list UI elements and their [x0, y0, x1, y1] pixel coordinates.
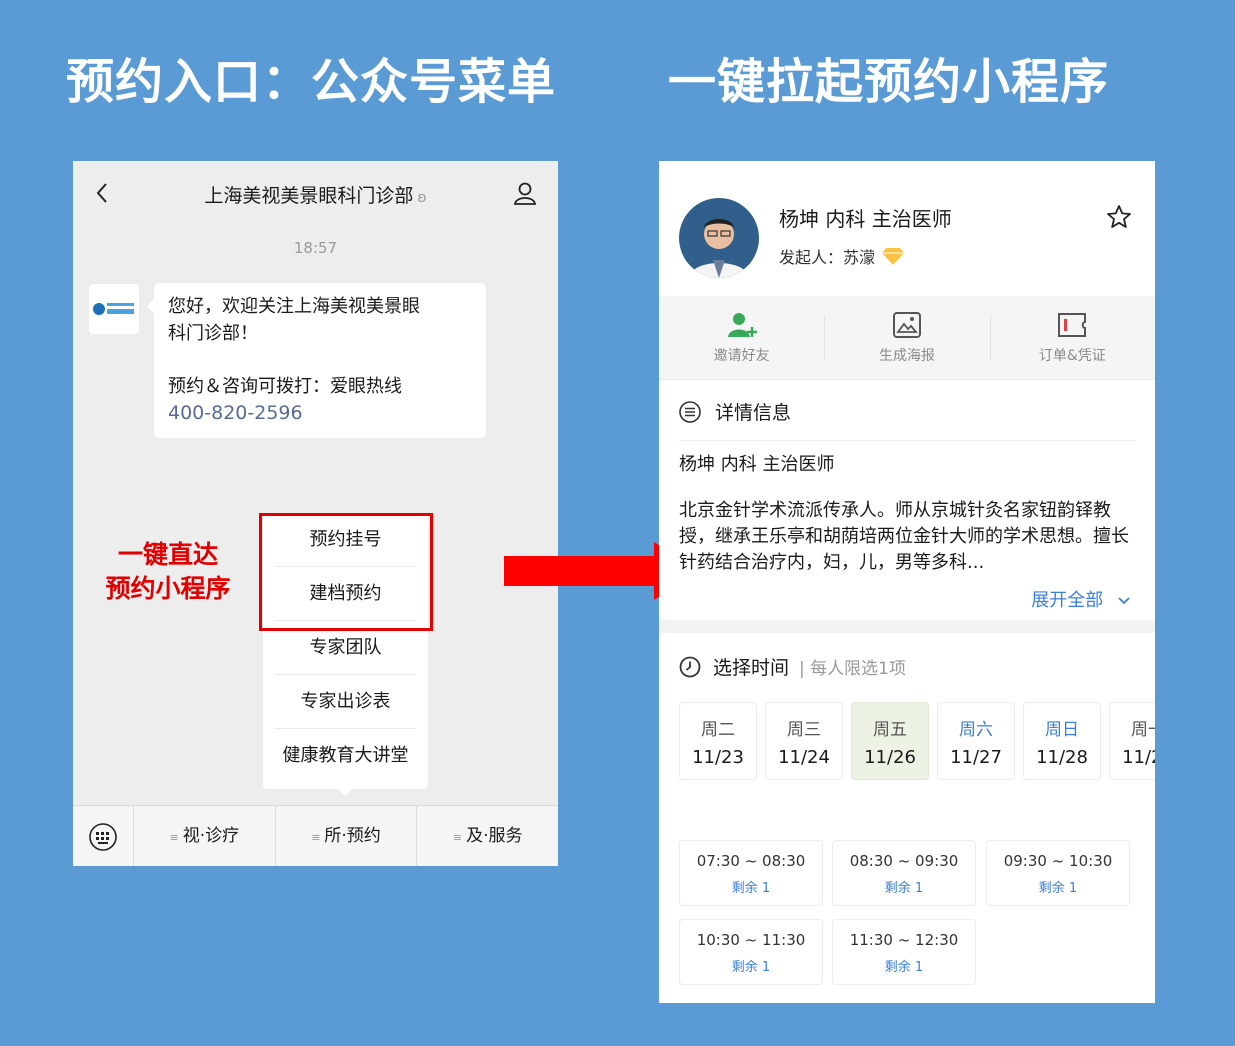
- list-icon: [679, 400, 701, 423]
- menu-tab-service[interactable]: ≡ 及·服务: [416, 806, 558, 866]
- headline-right: 一键拉起预约小程序: [668, 54, 1110, 110]
- menu-item-expert-schedule[interactable]: 专家出诊表: [275, 675, 416, 729]
- detail-section: 详情信息 杨坤 内科 主治医师 北京金针学术流派传承人。师从京城针灸名家钮韵铎教…: [659, 379, 1155, 620]
- generate-poster-button[interactable]: 生成海报: [824, 297, 989, 379]
- action-bar: 邀请好友 生成海报 订单&凭证: [659, 297, 1155, 379]
- bottom-menu-bar: ≡ 视·诊疗 ≡ 所·预约 ≡ 及·服务: [73, 805, 558, 866]
- chevron-down-icon: [1118, 597, 1130, 605]
- divider: [679, 440, 1135, 441]
- day-selector: 周二 11/23 周三 11/24 周五 11/26 周六 11/27 周日 11/28 …: [679, 702, 1155, 780]
- menu-lines-icon: ≡: [169, 831, 179, 844]
- wechat-chat-screen: 上海美视美景眼科门诊部 ʚ 18:57 您好，欢迎关注上海美视美景眼 科门诊部！ …: [73, 161, 558, 866]
- message-line: 科门诊部！: [168, 323, 258, 344]
- time-slot[interactable]: 09:30 ~ 10:30 剩余 1: [986, 840, 1130, 906]
- invite-friends-button[interactable]: 邀请好友: [659, 297, 824, 379]
- account-avatar[interactable]: [89, 284, 139, 334]
- day-option[interactable]: 周六 11/27: [937, 702, 1015, 780]
- menu-lines-icon: ≡: [311, 831, 321, 844]
- doctor-title-line: 杨坤 内科 主治医师: [679, 454, 835, 475]
- order-voucher-button[interactable]: 订单&凭证: [989, 297, 1155, 379]
- expand-all-link[interactable]: 展开全部: [1031, 586, 1131, 612]
- message-line: 您好，欢迎关注上海美视美景眼: [168, 296, 420, 317]
- clock-icon: [679, 656, 701, 677]
- day-option[interactable]: 周一11/29: [1109, 702, 1155, 780]
- ticket-icon: [1058, 313, 1087, 337]
- day-option[interactable]: 周日 11/28: [1023, 702, 1101, 780]
- annotation-text: 一键直达 预约小程序: [105, 540, 231, 603]
- menu-tab-booking[interactable]: ≡ 所·预约: [274, 806, 417, 866]
- time-slot[interactable]: 07:30 ~ 08:30 剩余 1: [679, 840, 823, 906]
- doctor-avatar: [679, 198, 759, 278]
- time-section: 选择时间 | 每人限选1项 周二 11/23 周三 11/24 周五 11/26 周六…: [659, 633, 1155, 1003]
- menu-tab-treatment[interactable]: ≡ 视·诊疗: [133, 806, 275, 866]
- doctor-name: 杨坤 内科 主治医师: [779, 207, 952, 231]
- time-section-title: 选择时间 | 每人限选1项: [679, 653, 906, 680]
- chat-title: 上海美视美景眼科门诊部 ʚ: [204, 185, 427, 207]
- keyboard-toggle[interactable]: [73, 822, 133, 852]
- person-icon[interactable]: [512, 180, 538, 206]
- doctor-bio: 北京金针学术流派传承人。师从京城针灸名家钮韵铎教授，继承王乐亭和胡荫培两位金针大…: [679, 500, 1129, 573]
- doctor-header: 杨坤 内科 主治医师 发起人： 苏濛: [659, 161, 1155, 296]
- time-slot[interactable]: 10:30 ~ 11:30 剩余 1: [679, 919, 823, 985]
- menu-lines-icon: ≡: [452, 831, 463, 844]
- detail-section-title: 详情信息: [679, 398, 791, 425]
- day-option-selected[interactable]: 周五 11/26: [851, 702, 929, 780]
- sponsor-info: 发起人： 苏濛: [779, 244, 905, 268]
- add-friend-icon: [727, 313, 757, 337]
- favorite-star-icon[interactable]: [1105, 203, 1133, 231]
- highlight-box: [259, 513, 433, 631]
- menu-item-health-lecture[interactable]: 健康教育大讲堂: [275, 729, 416, 782]
- welcome-message: 您好，欢迎关注上海美视美景眼 科门诊部！ 预约＆咨询可拨打：爱眼热线 400-8…: [147, 283, 486, 438]
- time-slot[interactable]: 08:30 ~ 09:30 剩余 1: [832, 840, 976, 906]
- keyboard-icon: [89, 822, 117, 851]
- clinic-logo-icon: [93, 303, 134, 315]
- diamond-badge-icon: [882, 248, 905, 265]
- time-limit-note: | 每人限选1项: [799, 659, 906, 679]
- hotline-link[interactable]: 400-820-2596: [168, 400, 472, 427]
- day-option[interactable]: 周三 11/24: [765, 702, 843, 780]
- message-time: 18:57: [293, 239, 338, 257]
- message-line: 预约＆咨询可拨打：爱眼热线: [168, 376, 402, 397]
- headline-left: 预约入口：公众号菜单: [66, 54, 557, 110]
- poster-image-icon: [892, 312, 921, 338]
- time-slot[interactable]: 11:30 ~ 12:30 剩余 1: [832, 919, 976, 985]
- day-option[interactable]: 周二 11/23: [679, 702, 757, 780]
- doctor-photo-icon: [679, 198, 759, 278]
- booking-miniprogram-screen: 杨坤 内科 主治医师 发起人： 苏濛 邀请好友 生成海报 订单&凭证 详情信息 杨…: [659, 161, 1155, 1003]
- ear-icon: ʚ: [417, 190, 427, 206]
